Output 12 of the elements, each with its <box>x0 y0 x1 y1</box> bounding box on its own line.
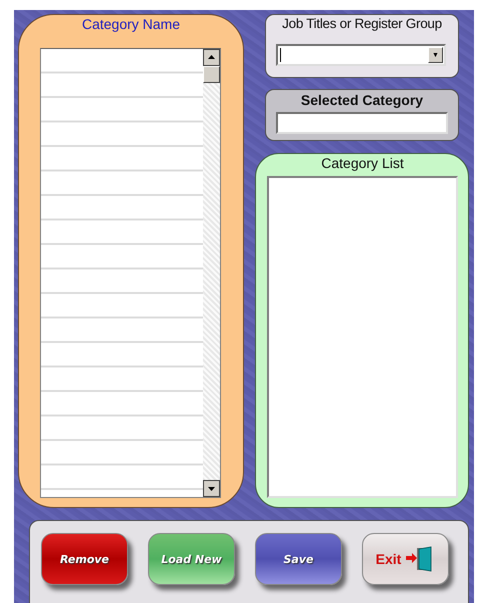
scrollbar[interactable] <box>203 49 220 497</box>
selected-category-field[interactable] <box>276 112 448 134</box>
scroll-up-icon[interactable] <box>203 49 220 66</box>
panel-title: Category Name <box>80 15 182 34</box>
action-button[interactable]: Save <box>255 533 342 585</box>
scroll-down-icon[interactable] <box>203 480 220 497</box>
panel-title: Job Titles or Register Group <box>281 15 443 33</box>
scroll-thumb[interactable] <box>203 66 220 83</box>
panel-title: Category List <box>320 154 405 173</box>
exit-button[interactable]: Exit <box>362 533 449 585</box>
action-button[interactable]: Remove <box>41 533 128 585</box>
panel-title: Selected Category <box>300 91 424 109</box>
